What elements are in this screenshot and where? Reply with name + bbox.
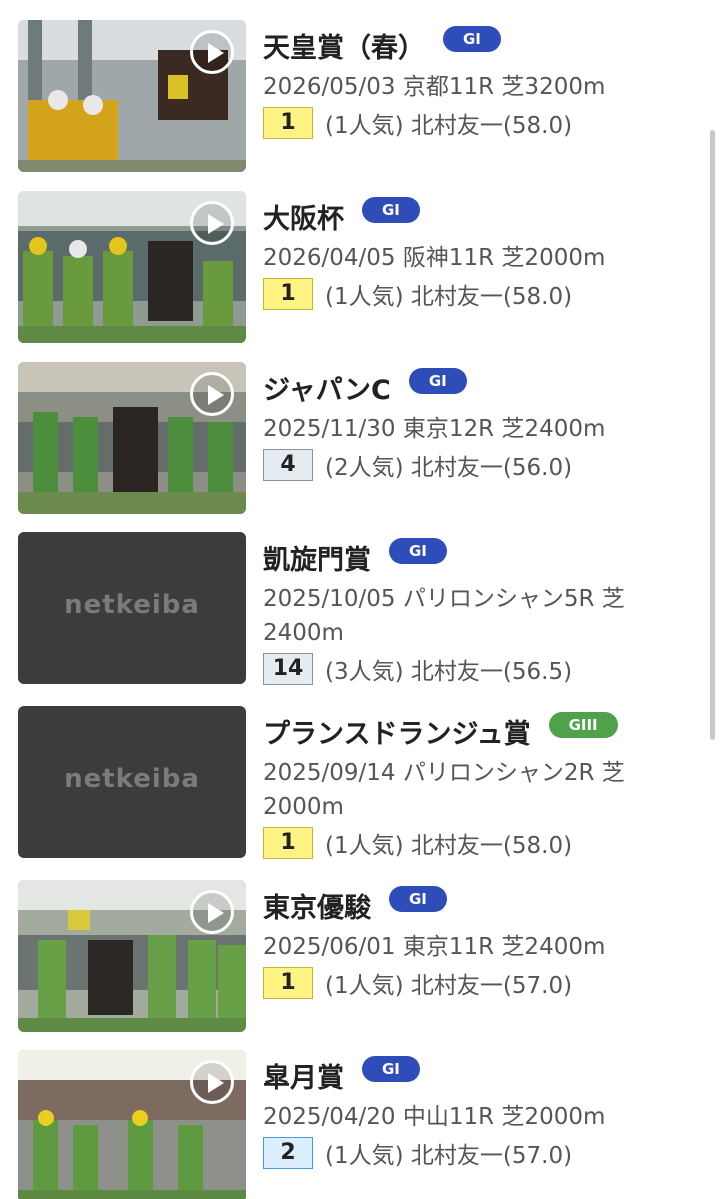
race-item[interactable]: netkeiba 凱旋門賞 GI 2025/10/05 パリロンシャン5R 芝2… <box>18 532 698 685</box>
popularity-jockey-weight: (1人気) 北村友一(58.0) <box>325 833 573 859</box>
race-item[interactable]: ジャパンC GI 2025/11/30 東京12R 芝2400m 4 (2人気)… <box>18 362 698 514</box>
grade-badge: GI <box>443 26 501 52</box>
race-item[interactable]: 東京優駿 GI 2025/06/01 東京11R 芝2400m 1 (1人気) … <box>18 880 698 1032</box>
video-thumbnail[interactable] <box>18 1050 246 1199</box>
race-meta: 2025/06/01 東京11R 芝2400m <box>263 934 606 960</box>
no-video-thumbnail: netkeiba <box>18 532 246 684</box>
race-item[interactable]: netkeiba プランスドランジュ賞 GIII 2025/09/14 パリロン… <box>18 706 698 859</box>
race-meta: 2026/04/05 阪神11R 芝2000m <box>263 245 606 271</box>
video-thumbnail[interactable] <box>18 191 246 343</box>
popularity-jockey-weight: (3人気) 北村友一(56.5) <box>325 659 573 685</box>
race-item[interactable]: 大阪杯 GI 2026/04/05 阪神11R 芝2000m 1 (1人気) 北… <box>18 191 698 343</box>
grade-badge: GIII <box>548 712 618 738</box>
play-icon[interactable] <box>190 1060 234 1104</box>
play-icon[interactable] <box>190 372 234 416</box>
no-video-thumbnail: netkeiba <box>18 706 246 858</box>
race-item[interactable]: 天皇賞（春） GI 2026/05/03 京都11R 芝3200m 1 (1人気… <box>18 20 698 172</box>
finish-rank: 2 <box>263 1137 313 1169</box>
popularity-jockey-weight: (2人気) 北村友一(56.0) <box>325 455 573 481</box>
grade-badge: GI <box>389 538 447 564</box>
popularity-jockey-weight: (1人気) 北村友一(57.0) <box>325 1143 573 1169</box>
video-thumbnail[interactable] <box>18 362 246 514</box>
race-name[interactable]: 大阪杯 <box>263 197 344 236</box>
popularity-jockey-weight: (1人気) 北村友一(58.0) <box>325 113 573 139</box>
play-icon[interactable] <box>190 201 234 245</box>
play-icon[interactable] <box>190 30 234 74</box>
finish-rank: 14 <box>263 653 313 685</box>
scrollbar[interactable] <box>710 130 715 740</box>
grade-badge: GI <box>408 368 467 394</box>
finish-rank: 1 <box>263 827 313 859</box>
race-meta: 2026/05/03 京都11R 芝3200m <box>263 74 606 100</box>
video-thumbnail[interactable] <box>18 20 246 172</box>
race-meta: 2025/04/20 中山11R 芝2000m <box>263 1104 606 1130</box>
race-history-list: 天皇賞（春） GI 2026/05/03 京都11R 芝3200m 1 (1人気… <box>0 0 721 1199</box>
race-name[interactable]: プランスドランジュ賞 <box>263 712 531 751</box>
finish-rank: 4 <box>263 449 313 481</box>
finish-rank: 1 <box>263 107 313 139</box>
grade-badge: GI <box>362 1056 420 1082</box>
race-name[interactable]: ジャパンC <box>263 368 391 407</box>
grade-badge: GI <box>362 197 420 223</box>
popularity-jockey-weight: (1人気) 北村友一(57.0) <box>325 973 573 999</box>
popularity-jockey-weight: (1人気) 北村友一(58.0) <box>325 284 573 310</box>
finish-rank: 1 <box>263 278 313 310</box>
video-thumbnail[interactable] <box>18 880 246 1032</box>
play-icon[interactable] <box>190 890 234 934</box>
netkeiba-logo: netkeiba <box>64 764 200 794</box>
race-name[interactable]: 皐月賞 <box>263 1056 344 1095</box>
race-meta: 2025/11/30 東京12R 芝2400m <box>263 416 606 442</box>
race-item[interactable]: 皐月賞 GI 2025/04/20 中山11R 芝2000m 2 (1人気) 北… <box>18 1050 698 1199</box>
race-name[interactable]: 天皇賞（春） <box>263 26 425 65</box>
race-name[interactable]: 凱旋門賞 <box>263 538 371 577</box>
grade-badge: GI <box>389 886 447 912</box>
race-meta: 2025/10/05 パリロンシャン5R 芝2400m <box>263 586 625 646</box>
race-meta: 2025/09/14 パリロンシャン2R 芝2000m <box>263 760 625 820</box>
netkeiba-logo: netkeiba <box>64 590 200 620</box>
finish-rank: 1 <box>263 967 313 999</box>
race-name[interactable]: 東京優駿 <box>263 886 371 925</box>
